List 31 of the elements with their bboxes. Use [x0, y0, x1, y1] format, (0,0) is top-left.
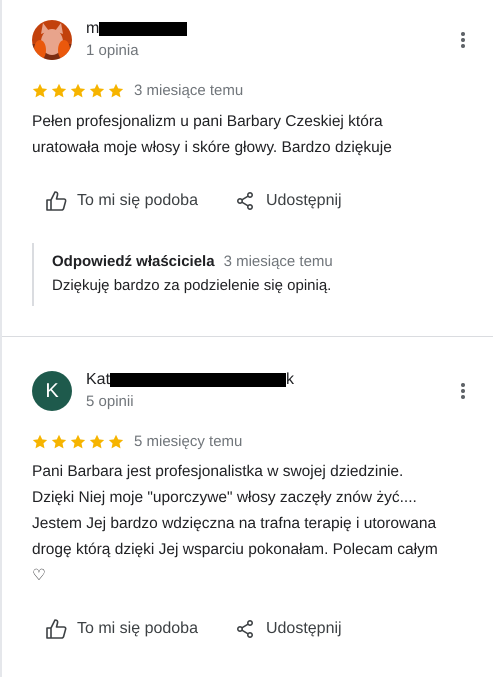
- share-icon: [236, 192, 254, 210]
- star-icon: [70, 83, 86, 100]
- reviewer-name[interactable]: k: [286, 368, 294, 390]
- like-button[interactable]: To mi się podoba: [46, 188, 198, 212]
- review-date: 5 miesięcy temu: [134, 432, 242, 452]
- star-icon: [51, 434, 67, 450]
- thumbs-up-icon: [46, 190, 67, 210]
- like-button[interactable]: To mi się podoba: [46, 617, 198, 641]
- star-icon: [89, 434, 105, 450]
- owner-reply-text: Dziękuję bardzo za podzielenie się opinią.: [52, 276, 332, 296]
- star-icon: [32, 83, 48, 100]
- review-date: 3 miesiące temu: [134, 81, 244, 101]
- avatar: K: [32, 370, 72, 410]
- star-icon: [108, 83, 124, 100]
- star-icon: [32, 434, 48, 450]
- review-text: Pełen profesjonalizm u pani Barbary Czeskiej która uratowała moje włosy i skóre głowy. Bardzo dziękuje: [32, 112, 393, 158]
- review-text: Pani Barbara jest profesjonalistka w swojej dziedzinie. Dzięki Niej moje "uporczywe" włosy zaczęły znów żyć.... Jestem Jej bardzo wdzięczna na trafna terapię i utorowana drogę którą dzięki Jej wsparciu pokonałam. Polecam całym ♡: [32, 462, 439, 586]
- share-button[interactable]: Udostępnij: [236, 188, 342, 212]
- share-button[interactable]: Udostępnij: [236, 617, 342, 641]
- reviewer-name[interactable]: m: [86, 18, 100, 40]
- review-count: 1 opinia: [86, 41, 140, 61]
- star-icon: [70, 434, 86, 450]
- reviewer-name[interactable]: Kat: [86, 368, 110, 390]
- owner-reply-date: 3 miesiące temu: [224, 252, 333, 272]
- star-icon: [89, 83, 105, 100]
- share-icon: [236, 620, 254, 638]
- review-count: 5 opinii: [86, 392, 135, 412]
- owner-reply-title: Odpowiedź właściciela: [52, 252, 215, 272]
- star-icon: [108, 434, 124, 450]
- thumbs-up-icon: [46, 619, 67, 639]
- star-icon: [51, 83, 67, 100]
